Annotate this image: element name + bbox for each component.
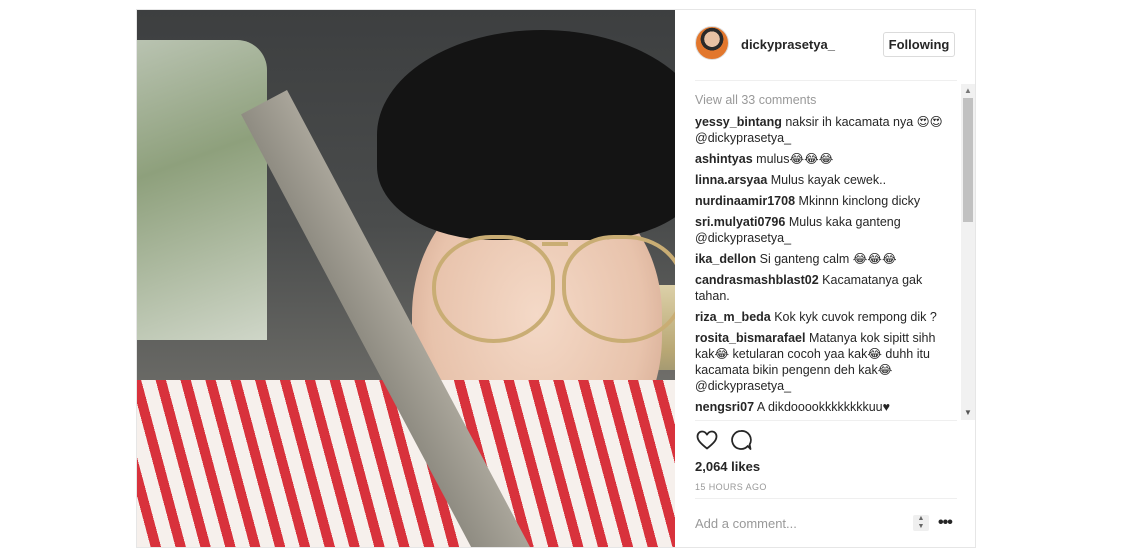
comment-item: linna.arsyaa Mulus kayak cewek..	[695, 172, 957, 188]
following-button[interactable]: Following	[883, 32, 955, 57]
likes-count[interactable]: 2,064 likes	[695, 459, 760, 474]
comment-item: nengsri07 A dikdooookkkkkkkkuu♥	[695, 399, 957, 415]
comment-user[interactable]: rosita_bismarafael	[695, 331, 805, 345]
scroll-up-arrow-icon[interactable]: ▲	[961, 84, 975, 98]
comment-user[interactable]: nurdinaamir1708	[695, 194, 795, 208]
comment-user[interactable]: ashintyas	[695, 152, 753, 166]
resize-stepper-icon[interactable]: ▲ ▼	[913, 515, 929, 531]
comment-item: sri.mulyati0796 Mulus kaka ganteng @dick…	[695, 214, 957, 246]
comment-text: mulus😂😂😂	[756, 152, 834, 166]
comment-bubble-icon[interactable]	[729, 428, 753, 452]
avatar[interactable]	[695, 26, 729, 60]
post-header: dickyprasetya_ Following	[695, 24, 957, 64]
comment-item: candrasmashblast02 Kacamatanya gak tahan…	[695, 272, 957, 304]
comment-text: Mkinnn kinclong dicky	[798, 194, 921, 208]
comment-item: riza_m_beda Kok kyk cuvok rempong dik ?	[695, 309, 957, 325]
comment-user[interactable]: yessy_bintang	[695, 115, 782, 129]
comment-user[interactable]: sri.mulyati0796	[695, 215, 785, 229]
comment-text: Si ganteng calm 😂😂😂	[759, 252, 897, 266]
username[interactable]: dickyprasetya_	[741, 37, 835, 52]
comment-user[interactable]: nengsri07	[695, 400, 754, 414]
glasses-lens-right	[562, 235, 675, 343]
comment-text: Mulus kayak cewek..	[770, 173, 887, 187]
scrollbar-thumb[interactable]	[963, 98, 973, 222]
divider	[695, 420, 957, 421]
scroll-down-arrow-icon[interactable]: ▼	[961, 406, 975, 420]
add-comment-input[interactable]	[695, 510, 895, 536]
car-window-left	[137, 40, 267, 340]
comment-item: ika_dellon Si ganteng calm 😂😂😂	[695, 251, 957, 267]
post-card: dickyprasetya_ Following View all 33 com…	[136, 9, 976, 548]
divider	[695, 80, 957, 81]
post-photo[interactable]	[137, 10, 675, 547]
post-actions	[695, 428, 815, 454]
glasses-bridge	[542, 242, 568, 246]
comment-user[interactable]: riza_m_beda	[695, 310, 771, 324]
post-sidebar: dickyprasetya_ Following View all 33 com…	[675, 10, 975, 547]
divider	[695, 498, 957, 499]
comment-item: rosita_bismarafael Matanya kok sipitt si…	[695, 330, 957, 394]
comment-item: yessy_bintang naksir ih kacamata nya 😍😍 …	[695, 114, 957, 146]
comment-user[interactable]: candrasmashblast02	[695, 273, 819, 287]
glasses-lens-left	[432, 235, 555, 343]
comments-list[interactable]: View all 33 comments yessy_bintang naksi…	[695, 92, 957, 420]
comment-text: A dikdooookkkkkkkkuu♥	[756, 400, 891, 414]
heart-icon[interactable]	[695, 428, 719, 452]
comment-user[interactable]: ika_dellon	[695, 252, 756, 266]
more-options-button[interactable]: •••	[938, 514, 953, 532]
comments-scrollbar[interactable]: ▲ ▼	[961, 84, 975, 420]
post-timestamp[interactable]: 15 HOURS AGO	[695, 482, 767, 492]
comment-item: nurdinaamir1708 Mkinnn kinclong dicky	[695, 193, 957, 209]
hair	[377, 30, 675, 240]
comment-item: ashintyas mulus😂😂😂	[695, 151, 957, 167]
comment-text: Kok kyk cuvok rempong dik ?	[774, 310, 937, 324]
comment-user[interactable]: linna.arsyaa	[695, 173, 767, 187]
view-all-comments-link[interactable]: View all 33 comments	[695, 92, 957, 108]
